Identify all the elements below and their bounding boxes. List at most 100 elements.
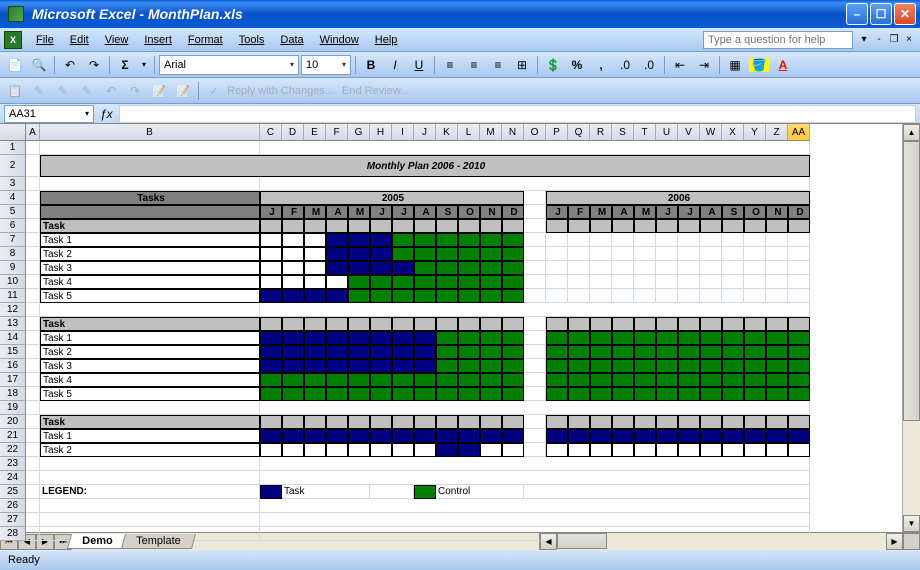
row-header[interactable]: 12 — [0, 303, 26, 317]
menu-window[interactable]: Window — [312, 32, 367, 48]
column-header[interactable]: C — [260, 124, 282, 141]
comma-button[interactable]: , — [590, 54, 612, 76]
sheet-tab-template[interactable]: Template — [121, 534, 196, 549]
row-header[interactable]: 17 — [0, 373, 26, 387]
review-icon[interactable]: 📝 — [172, 80, 194, 102]
scroll-up-button[interactable]: ▲ — [903, 124, 920, 141]
column-header[interactable]: Z — [766, 124, 788, 141]
column-header[interactable]: W — [700, 124, 722, 141]
column-header[interactable]: K — [436, 124, 458, 141]
maximize-button[interactable]: ☐ — [870, 3, 892, 25]
redo-button[interactable]: ↷ — [83, 54, 105, 76]
minimize-button[interactable]: – — [846, 3, 868, 25]
column-header[interactable]: J — [414, 124, 436, 141]
menu-edit[interactable]: Edit — [62, 32, 97, 48]
doc-restore-button[interactable]: ❐ — [887, 33, 901, 47]
help-search[interactable] — [703, 31, 853, 49]
decrease-indent-button[interactable]: ⇤ — [669, 54, 691, 76]
menu-data[interactable]: Data — [272, 32, 311, 48]
font-color-button[interactable]: A — [772, 54, 794, 76]
scroll-right-button[interactable]: ▶ — [886, 533, 903, 550]
column-header[interactable]: L — [458, 124, 480, 141]
row-header[interactable]: 3 — [0, 177, 26, 191]
increase-decimal-button[interactable]: .0 — [614, 54, 636, 76]
column-header[interactable]: D — [282, 124, 304, 141]
column-header[interactable]: O — [524, 124, 546, 141]
column-header[interactable]: AA — [788, 124, 810, 141]
review-icon[interactable]: ✎ — [28, 80, 50, 102]
end-review-button[interactable]: End Review... — [342, 85, 409, 97]
column-header[interactable]: H — [370, 124, 392, 141]
review-icon[interactable]: ✓ — [203, 80, 225, 102]
review-icon[interactable]: ↶ — [100, 80, 122, 102]
review-icon[interactable]: 📋 — [4, 80, 26, 102]
currency-button[interactable]: 💲 — [542, 54, 564, 76]
menu-tools[interactable]: Tools — [231, 32, 273, 48]
row-header[interactable]: 6 — [0, 219, 26, 233]
fill-color-button[interactable]: 🪣 — [748, 54, 770, 76]
column-header[interactable]: Q — [568, 124, 590, 141]
scroll-left-button[interactable]: ◀ — [540, 533, 557, 550]
menu-format[interactable]: Format — [180, 32, 231, 48]
row-header[interactable]: 20 — [0, 415, 26, 429]
review-icon[interactable]: ✎ — [76, 80, 98, 102]
row-header[interactable]: 13 — [0, 317, 26, 331]
row-header[interactable]: 7 — [0, 233, 26, 247]
row-header[interactable]: 9 — [0, 261, 26, 275]
row-header[interactable]: 19 — [0, 401, 26, 415]
dropdown-icon[interactable]: ▾ — [138, 54, 150, 76]
review-icon[interactable]: ↷ — [124, 80, 146, 102]
italic-button[interactable]: I — [384, 54, 406, 76]
row-header[interactable]: 23 — [0, 457, 26, 471]
undo-button[interactable]: ↶ — [59, 54, 81, 76]
row-header[interactable]: 15 — [0, 345, 26, 359]
column-header[interactable]: G — [348, 124, 370, 141]
column-header[interactable]: B — [40, 124, 260, 141]
row-header[interactable]: 22 — [0, 443, 26, 457]
scroll-thumb[interactable] — [557, 533, 607, 549]
column-header[interactable]: E — [304, 124, 326, 141]
row-header[interactable]: 16 — [0, 359, 26, 373]
row-header[interactable]: 2 — [0, 155, 26, 177]
column-header[interactable]: V — [678, 124, 700, 141]
column-header[interactable]: U — [656, 124, 678, 141]
doc-minimize-button[interactable]: - — [872, 33, 886, 47]
sheet-tab-demo[interactable]: Demo — [67, 534, 128, 549]
column-header[interactable]: X — [722, 124, 744, 141]
fx-icon[interactable]: ƒx — [100, 107, 113, 121]
row-header[interactable]: 21 — [0, 429, 26, 443]
horizontal-scrollbar[interactable]: ◀ ▶ — [540, 533, 920, 550]
increase-indent-button[interactable]: ⇥ — [693, 54, 715, 76]
font-combo[interactable]: Arial▾ — [159, 55, 299, 75]
worksheet-grid[interactable]: ABCDEFGHIJKLMNOPQRSTUVWXYZAA123456789101… — [0, 124, 920, 532]
menu-view[interactable]: View — [97, 32, 137, 48]
dropdown-icon[interactable]: ▾ — [857, 33, 871, 47]
doc-close-button[interactable]: × — [902, 33, 916, 47]
vertical-scrollbar[interactable]: ▲ ▼ — [902, 124, 920, 532]
print-preview-button[interactable]: 🔍 — [28, 54, 50, 76]
column-header[interactable]: N — [502, 124, 524, 141]
column-header[interactable]: F — [326, 124, 348, 141]
row-header[interactable]: 27 — [0, 513, 26, 527]
select-all-corner[interactable] — [0, 124, 26, 141]
column-header[interactable]: M — [480, 124, 502, 141]
align-left-button[interactable]: ≡ — [439, 54, 461, 76]
borders-button[interactable]: ▦ — [724, 54, 746, 76]
review-icon[interactable]: ✎ — [52, 80, 74, 102]
underline-button[interactable]: U — [408, 54, 430, 76]
close-button[interactable]: ✕ — [894, 3, 916, 25]
row-header[interactable]: 24 — [0, 471, 26, 485]
row-header[interactable]: 8 — [0, 247, 26, 261]
bold-button[interactable]: B — [360, 54, 382, 76]
align-right-button[interactable]: ≡ — [487, 54, 509, 76]
column-header[interactable]: R — [590, 124, 612, 141]
menu-help[interactable]: Help — [367, 32, 406, 48]
column-header[interactable]: A — [26, 124, 40, 141]
app-menu-icon[interactable]: X — [4, 31, 22, 49]
column-header[interactable]: T — [634, 124, 656, 141]
row-header[interactable]: 28 — [0, 527, 26, 541]
review-icon[interactable]: 📝 — [148, 80, 170, 102]
row-header[interactable]: 4 — [0, 191, 26, 205]
merge-center-button[interactable]: ⊞ — [511, 54, 533, 76]
row-header[interactable]: 1 — [0, 141, 26, 155]
